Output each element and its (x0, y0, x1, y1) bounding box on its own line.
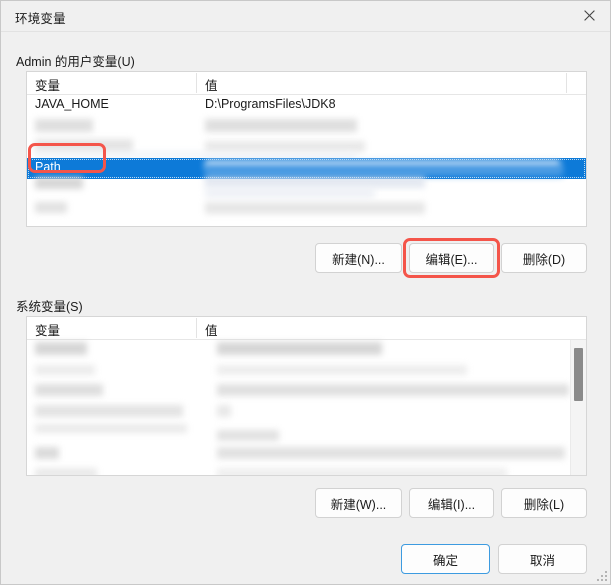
scrollbar-thumb[interactable] (574, 348, 583, 401)
redacted-block (217, 405, 231, 417)
cancel-button[interactable]: 取消 (498, 544, 587, 574)
table-row[interactable] (27, 445, 586, 466)
system-list-header: 变量 值 (27, 317, 586, 340)
table-row[interactable] (27, 466, 586, 475)
variable-name-cell: Path (35, 160, 61, 174)
redacted-block (35, 119, 93, 132)
table-row-selected[interactable]: Path (27, 158, 586, 179)
redacted-block (35, 342, 87, 355)
redacted-block (205, 177, 425, 188)
redacted-block (205, 119, 357, 132)
redacted-block (217, 384, 569, 396)
user-list-header: 变量 值 (27, 72, 586, 95)
column-header-variable[interactable]: 变量 (35, 320, 60, 339)
user-variables-label: Admin 的用户变量(U) (16, 55, 135, 69)
redacted-block (205, 202, 425, 214)
column-header-value[interactable]: 值 (205, 75, 218, 94)
focus-outline (28, 159, 585, 178)
redacted-block (35, 139, 133, 152)
resize-grip[interactable] (595, 569, 607, 581)
table-row[interactable] (27, 200, 586, 221)
user-variables-list[interactable]: 变量 值 JAVA_HOME D:\ProgramsFiles\JDK8 Pat… (26, 71, 587, 227)
system-list-rows (27, 340, 586, 475)
user-new-button[interactable]: 新建(N)... (315, 243, 402, 273)
user-list-rows: JAVA_HOME D:\ProgramsFiles\JDK8 Path (27, 95, 586, 221)
table-row[interactable] (27, 137, 586, 158)
table-row[interactable] (27, 340, 586, 361)
selected-row-highlight: Path (27, 158, 586, 179)
column-divider (196, 318, 197, 338)
ok-button[interactable]: 确定 (401, 544, 490, 574)
redacted-block (205, 141, 365, 152)
redacted-block (217, 365, 467, 375)
redacted-block (35, 177, 83, 189)
column-header-variable[interactable]: 变量 (35, 75, 60, 94)
variable-name-cell: JAVA_HOME (35, 97, 109, 111)
redacted-block (205, 188, 375, 198)
system-edit-button[interactable]: 编辑(I)... (409, 488, 494, 518)
redacted-block (217, 430, 279, 441)
column-divider (196, 73, 197, 93)
redacted-block (35, 447, 59, 459)
close-icon[interactable] (567, 1, 610, 30)
redacted-block (217, 447, 565, 459)
system-list-scrollbar[interactable] (570, 340, 586, 475)
environment-variables-dialog: 环境变量 Admin 的用户变量(U) 变量 值 JAVA_HOME D:\Pr… (0, 0, 611, 585)
redacted-block (35, 424, 187, 433)
system-new-button[interactable]: 新建(W)... (315, 488, 402, 518)
system-delete-button[interactable]: 删除(L) (501, 488, 587, 518)
table-row[interactable] (27, 382, 586, 403)
redacted-block (217, 468, 507, 475)
table-row[interactable] (27, 424, 586, 445)
user-delete-button[interactable]: 删除(D) (501, 243, 587, 273)
column-divider-right (566, 73, 567, 93)
table-row[interactable] (27, 116, 586, 137)
redacted-block (35, 365, 95, 375)
title-bar: 环境变量 (1, 1, 610, 32)
system-variables-list[interactable]: 变量 值 (26, 316, 587, 476)
close-glyph (584, 10, 595, 21)
window-title: 环境变量 (15, 12, 66, 26)
redacted-block (35, 384, 103, 396)
variable-value-cell: D:\ProgramsFiles\JDK8 (205, 97, 336, 111)
redacted-block (35, 468, 97, 475)
table-row[interactable] (27, 177, 586, 200)
table-row[interactable] (27, 403, 586, 424)
redacted-block (35, 405, 183, 417)
column-header-value[interactable]: 值 (205, 320, 218, 339)
redacted-block (35, 202, 67, 213)
system-variables-label: 系统变量(S) (16, 300, 83, 314)
table-row[interactable] (27, 361, 586, 382)
redacted-block (217, 342, 382, 355)
table-row[interactable]: JAVA_HOME D:\ProgramsFiles\JDK8 (27, 95, 586, 116)
user-edit-button[interactable]: 编辑(E)... (409, 243, 494, 273)
